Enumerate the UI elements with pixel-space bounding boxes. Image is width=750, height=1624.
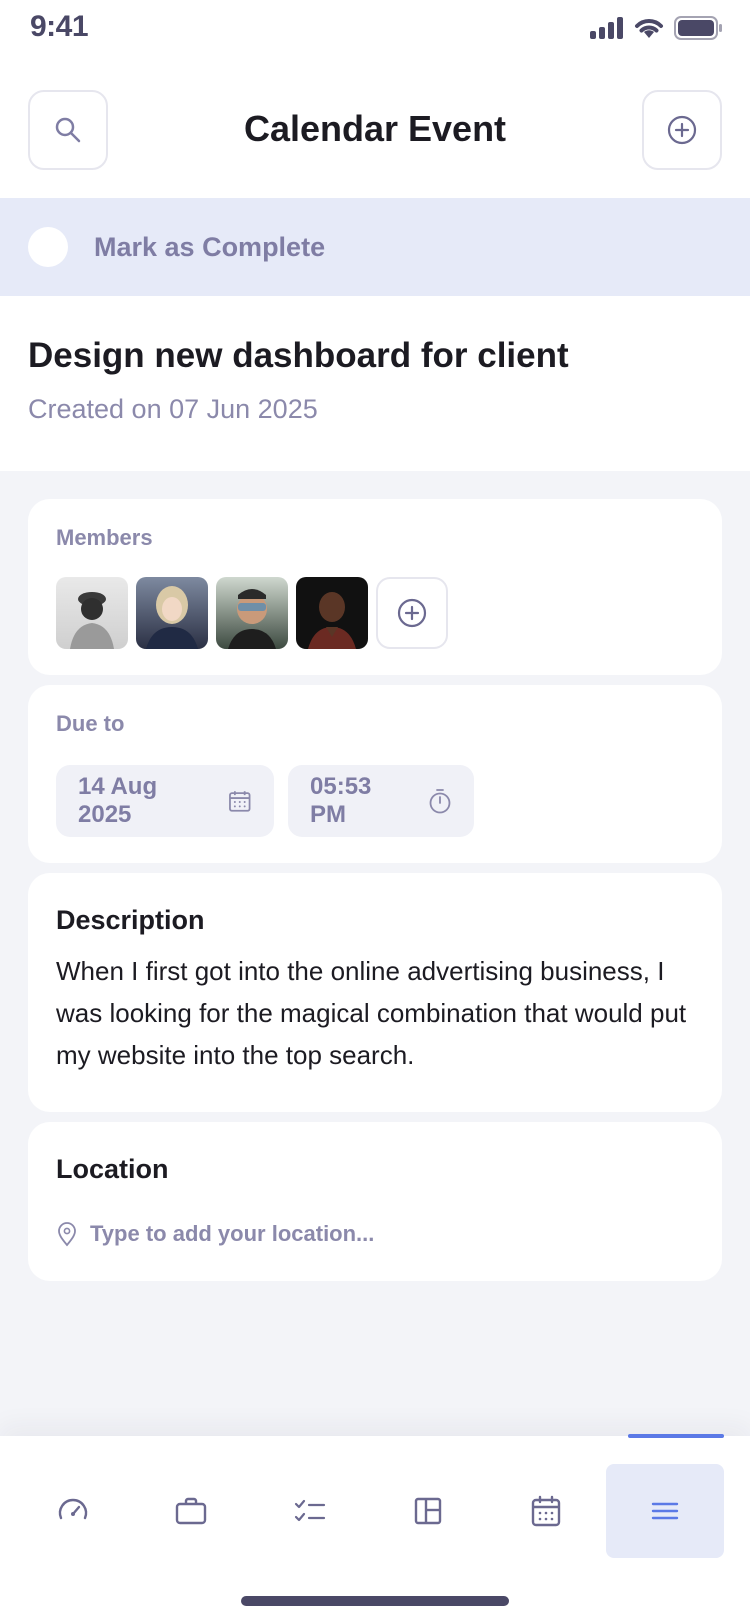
checklist-icon — [294, 1499, 325, 1522]
due-row: 14 Aug 2025 05:53 PM — [56, 765, 694, 837]
due-card: Due to 14 Aug 2025 05:53 PM — [28, 685, 722, 863]
add-member-button[interactable] — [376, 577, 448, 649]
stopwatch-icon — [429, 789, 451, 814]
tab-bar — [0, 1434, 750, 1624]
description-card: Description When I first got into the on… — [28, 873, 722, 1112]
calendar-icon — [532, 1495, 561, 1527]
calendar-icon — [229, 791, 251, 812]
members-label: Members — [56, 525, 153, 550]
signal-icon — [590, 17, 623, 39]
plus-circle-icon — [397, 598, 427, 628]
tab-calendar[interactable] — [487, 1464, 605, 1558]
members-row — [56, 577, 694, 649]
mark-complete-bar[interactable]: Mark as Complete — [0, 198, 750, 296]
location-card: Location Type to add your location... — [28, 1122, 722, 1281]
avatar[interactable] — [216, 577, 288, 649]
page-title: Calendar Event — [243, 108, 507, 149]
members-card: Members — [28, 499, 722, 675]
home-indicator — [241, 1596, 509, 1606]
description-label: Description — [56, 905, 205, 935]
due-date-value: 14 Aug 2025 — [78, 773, 158, 828]
tab-dashboard[interactable] — [14, 1464, 132, 1558]
description-text[interactable]: When I first got into the online adverti… — [56, 950, 694, 1076]
due-date-picker[interactable]: 14 Aug 2025 — [56, 765, 274, 837]
location-placeholder: Type to add your location... — [90, 1221, 375, 1246]
plus-circle-icon — [667, 115, 697, 145]
avatar[interactable] — [56, 577, 128, 649]
task-header: Design new dashboard for client Created … — [0, 296, 750, 471]
map-pin-icon — [58, 1222, 76, 1247]
tab-board[interactable] — [369, 1464, 487, 1558]
wifi-icon — [635, 19, 663, 38]
battery-icon — [674, 16, 722, 40]
active-tab-indicator — [628, 1434, 724, 1438]
task-created-date: Created on 07 Jun 2025 — [28, 394, 318, 424]
status-bar: 9:41 — [0, 0, 750, 60]
avatar[interactable] — [296, 577, 368, 649]
header: Calendar Event — [0, 60, 750, 198]
location-label: Location — [56, 1154, 169, 1184]
add-event-button[interactable] — [642, 90, 722, 170]
due-time-value: 05:53 PM — [310, 773, 372, 828]
tab-tasks[interactable] — [251, 1464, 369, 1558]
layout-icon — [414, 1497, 442, 1525]
gauge-icon — [58, 1498, 88, 1520]
complete-checkbox[interactable] — [28, 227, 68, 267]
due-label: Due to — [56, 711, 125, 736]
tab-menu[interactable] — [605, 1464, 724, 1558]
briefcase-icon — [176, 1497, 207, 1525]
mark-complete-label: Mark as Complete — [94, 231, 326, 262]
task-title: Design new dashboard for client — [28, 336, 569, 375]
menu-icon — [651, 1502, 678, 1520]
due-time-picker[interactable]: 05:53 PM — [288, 765, 474, 837]
status-time: 9:41 — [30, 10, 89, 43]
location-input[interactable]: Type to add your location... — [56, 1221, 694, 1247]
tab-projects[interactable] — [132, 1464, 250, 1558]
status-icons — [590, 16, 722, 40]
avatar[interactable] — [136, 577, 208, 649]
